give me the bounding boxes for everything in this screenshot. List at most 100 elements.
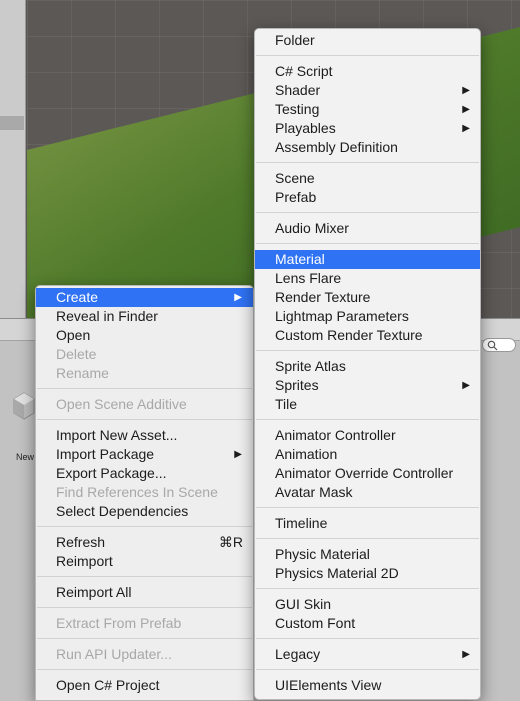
create-menu-item-audio-mixer[interactable]: Audio Mixer <box>255 219 480 238</box>
create-menu-item-material[interactable]: Material <box>255 250 480 269</box>
context-menu-item-open[interactable]: Open <box>36 326 253 345</box>
context-menu-item-export-package[interactable]: Export Package... <box>36 464 253 483</box>
context-menu-item-reveal-in-finder[interactable]: Reveal in Finder <box>36 307 253 326</box>
menu-item-label: Playables <box>275 120 336 136</box>
menu-separator <box>36 664 253 676</box>
context-menu-item-import-new-asset[interactable]: Import New Asset... <box>36 426 253 445</box>
hierarchy-panel-edge <box>0 0 26 318</box>
menu-item-label: Refresh <box>56 534 106 550</box>
create-menu-item-folder[interactable]: Folder <box>255 31 480 50</box>
create-menu-item-custom-font[interactable]: Custom Font <box>255 614 480 633</box>
menu-item-label: Timeline <box>275 515 328 531</box>
submenu-arrow-icon: ▶ <box>462 380 470 391</box>
context-menu-item-select-dependencies[interactable]: Select Dependencies <box>36 502 253 521</box>
menu-item-label: Select Dependencies <box>56 503 189 519</box>
context-menu-item-find-references-in-scene: Find References In Scene <box>36 483 253 502</box>
create-menu-item-animator-override-controller[interactable]: Animator Override Controller <box>255 464 480 483</box>
menu-item-label: Reimport <box>56 553 113 569</box>
create-menu-item-c-script[interactable]: C# Script <box>255 62 480 81</box>
menu-item-label: C# Script <box>275 63 333 79</box>
create-menu-item-uielements-view[interactable]: UIElements View <box>255 676 480 695</box>
menu-separator <box>36 571 253 583</box>
context-menu-item-open-c-project[interactable]: Open C# Project <box>36 676 253 695</box>
menu-item-label: Shader <box>275 82 321 98</box>
menu-item-label: Open C# Project <box>56 677 160 693</box>
create-menu-item-scene[interactable]: Scene <box>255 169 480 188</box>
create-menu-item-animation[interactable]: Animation <box>255 445 480 464</box>
menu-item-label: Delete <box>56 346 97 362</box>
create-menu-item-playables[interactable]: Playables ▶ <box>255 119 480 138</box>
context-menu-item-create[interactable]: Create ▶ <box>36 288 253 307</box>
menu-item-label: Reimport All <box>56 584 132 600</box>
context-menu-item-run-api-updater: Run API Updater... <box>36 645 253 664</box>
menu-separator <box>255 664 480 676</box>
create-menu-item-avatar-mask[interactable]: Avatar Mask <box>255 483 480 502</box>
menu-item-label: Extract From Prefab <box>56 615 182 631</box>
menu-separator <box>36 602 253 614</box>
create-menu-item-sprites[interactable]: Sprites ▶ <box>255 376 480 395</box>
menu-item-label: Sprites <box>275 377 319 393</box>
menu-item-label: Open <box>56 327 91 343</box>
menu-item-label: Rename <box>56 365 109 381</box>
submenu-arrow-icon: ▶ <box>462 649 470 660</box>
create-menu-item-render-texture[interactable]: Render Texture <box>255 288 480 307</box>
menu-item-label: Material <box>275 251 325 267</box>
menu-separator <box>255 583 480 595</box>
menu-item-label: Run API Updater... <box>56 646 172 662</box>
project-search-field[interactable] <box>482 338 516 352</box>
context-menu: Create ▶ Reveal in Finder Open Delete Rename O… <box>35 285 254 701</box>
menu-separator <box>36 414 253 426</box>
menu-item-label: Assembly Definition <box>275 139 398 155</box>
menu-separator <box>36 521 253 533</box>
menu-separator <box>255 533 480 545</box>
menu-item-label: Prefab <box>275 189 317 205</box>
context-menu-item-import-package[interactable]: Import Package ▶ <box>36 445 253 464</box>
context-menu-item-delete: Delete <box>36 345 253 364</box>
menu-item-label: Reveal in Finder <box>56 308 158 324</box>
submenu-arrow-icon: ▶ <box>462 104 470 115</box>
menu-item-label: Avatar Mask <box>275 484 353 500</box>
menu-item-label: Legacy <box>275 646 321 662</box>
create-menu-item-legacy[interactable]: Legacy ▶ <box>255 645 480 664</box>
context-menu-item-reimport-all[interactable]: Reimport All <box>36 583 253 602</box>
context-menu-item-refresh[interactable]: Refresh ⌘R <box>36 533 253 552</box>
submenu-arrow-icon: ▶ <box>462 85 470 96</box>
context-menu-item-rename: Rename <box>36 364 253 383</box>
submenu-arrow-icon: ▶ <box>234 449 242 460</box>
menu-separator <box>255 414 480 426</box>
menu-item-label: Tile <box>275 396 298 412</box>
create-menu-item-shader[interactable]: Shader ▶ <box>255 81 480 100</box>
menu-separator <box>255 207 480 219</box>
menu-item-label: Open Scene Additive <box>56 396 187 412</box>
menu-separator <box>255 502 480 514</box>
menu-item-label: GUI Skin <box>275 596 332 612</box>
create-menu-item-sprite-atlas[interactable]: Sprite Atlas <box>255 357 480 376</box>
create-menu-item-prefab[interactable]: Prefab <box>255 188 480 207</box>
create-menu-item-physic-material[interactable]: Physic Material <box>255 545 480 564</box>
create-menu-item-physics-material-2d[interactable]: Physics Material 2D <box>255 564 480 583</box>
shortcut-label: ⌘R <box>218 534 243 550</box>
menu-item-label: Testing <box>275 101 320 117</box>
menu-separator <box>36 383 253 395</box>
menu-separator <box>255 238 480 250</box>
menu-item-label: Import New Asset... <box>56 427 178 443</box>
menu-item-label: Lightmap Parameters <box>275 308 409 324</box>
create-submenu: Folder C# Script Shader ▶ Testing ▶ Playables ▶… <box>254 28 481 700</box>
menu-item-label: Audio Mixer <box>275 220 349 236</box>
create-menu-item-gui-skin[interactable]: GUI Skin <box>255 595 480 614</box>
create-menu-item-testing[interactable]: Testing ▶ <box>255 100 480 119</box>
create-menu-item-assembly-definition[interactable]: Assembly Definition <box>255 138 480 157</box>
context-menu-item-reimport[interactable]: Reimport <box>36 552 253 571</box>
create-menu-item-lens-flare[interactable]: Lens Flare <box>255 269 480 288</box>
scrollbar-thumb[interactable] <box>0 116 24 130</box>
asset-cube-icon[interactable] <box>12 391 36 421</box>
create-menu-item-timeline[interactable]: Timeline <box>255 514 480 533</box>
menu-separator <box>255 345 480 357</box>
context-menu-item-extract-from-prefab: Extract From Prefab <box>36 614 253 633</box>
create-menu-item-custom-render-texture[interactable]: Custom Render Texture <box>255 326 480 345</box>
create-menu-item-lightmap-parameters[interactable]: Lightmap Parameters <box>255 307 480 326</box>
menu-item-label: UIElements View <box>275 677 382 693</box>
create-menu-item-animator-controller[interactable]: Animator Controller <box>255 426 480 445</box>
menu-item-label: Find References In Scene <box>56 484 218 500</box>
create-menu-item-tile[interactable]: Tile <box>255 395 480 414</box>
